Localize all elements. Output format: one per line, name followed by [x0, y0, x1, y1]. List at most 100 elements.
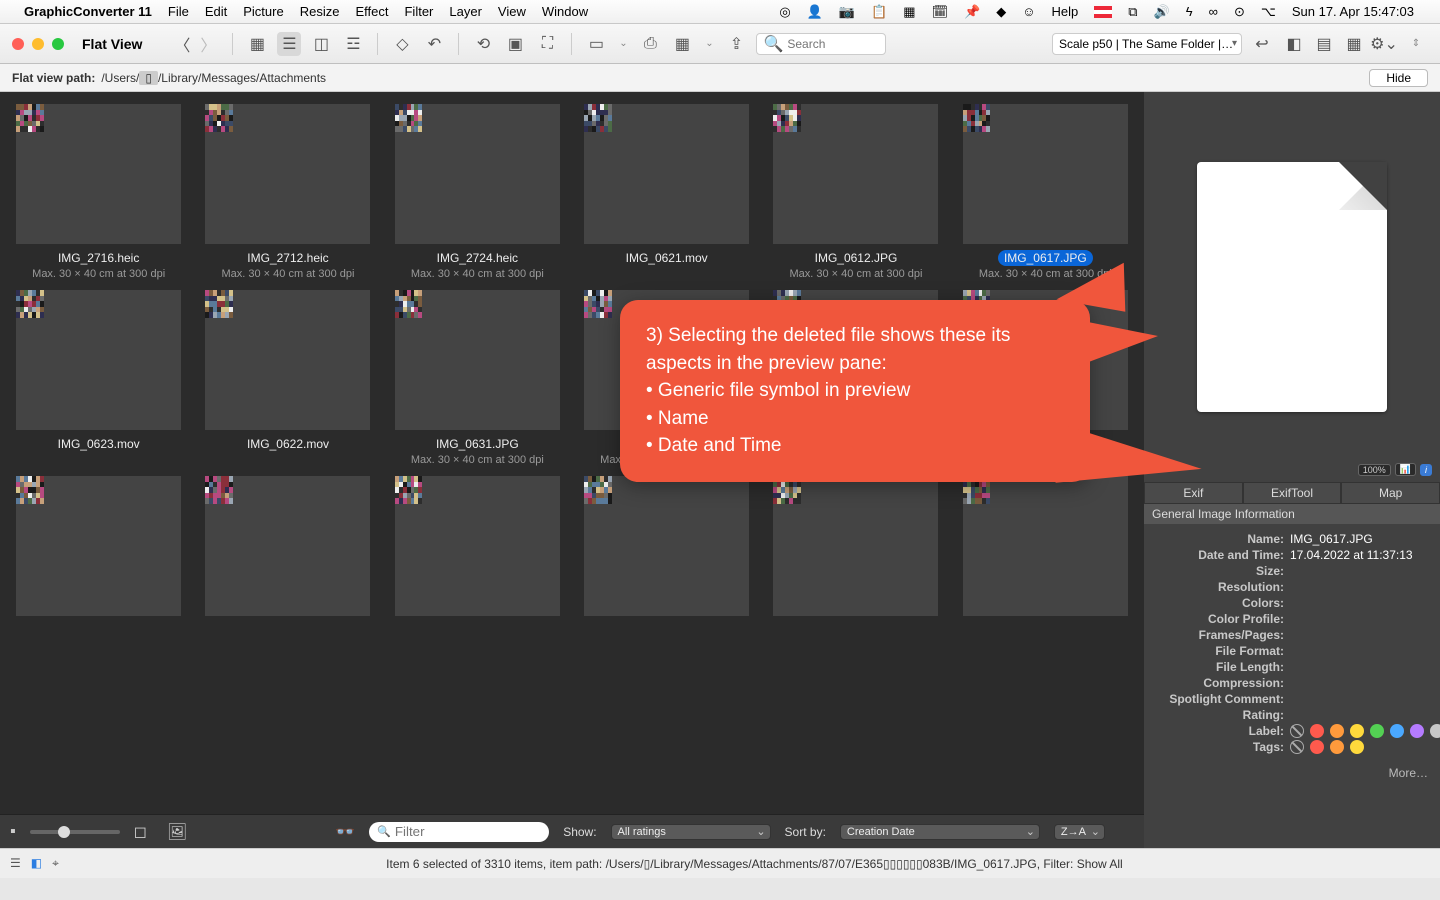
thumbnail-image[interactable]: [205, 104, 370, 244]
minimize-window-button[interactable]: [32, 38, 44, 50]
thumbnail-item[interactable]: [955, 476, 1136, 616]
tab-map[interactable]: Map: [1341, 482, 1440, 504]
screen-icon[interactable]: ▭: [584, 32, 608, 56]
hide-path-button[interactable]: Hide: [1369, 69, 1428, 87]
label-color-dot[interactable]: [1350, 724, 1364, 738]
thumbnail-item[interactable]: IMG_0612.JPGMax. 30 × 40 cm at 300 dpi: [765, 104, 946, 280]
close-window-button[interactable]: [12, 38, 24, 50]
glasses-icon[interactable]: 👓: [335, 822, 355, 842]
panel-left-icon[interactable]: ◧: [1282, 32, 1306, 56]
thumbnail-item[interactable]: IMG_2712.heicMax. 30 × 40 cm at 300 dpi: [197, 104, 378, 280]
thumbnail-item[interactable]: [8, 476, 189, 616]
tag-color-picker[interactable]: [1290, 740, 1364, 754]
label-color-dot[interactable]: [1430, 724, 1440, 738]
calendar-icon[interactable]: 🗓: [932, 4, 949, 20]
filter-field[interactable]: 🔍: [369, 822, 549, 842]
hierarchy-icon[interactable]: ⌖: [52, 856, 59, 871]
zoom-window-button[interactable]: [52, 38, 64, 50]
tag-icon[interactable]: ◇: [390, 32, 414, 56]
grid-icon[interactable]: ▦: [670, 32, 694, 56]
menu-resize[interactable]: Resize: [300, 4, 340, 19]
label-color-dot[interactable]: [1410, 724, 1424, 738]
thumbnail-item[interactable]: IMG_2716.heicMax. 30 × 40 cm at 300 dpi: [8, 104, 189, 280]
nav-forward-button[interactable]: 〉: [196, 32, 220, 56]
toolbar-search[interactable]: 🔍: [756, 33, 886, 55]
label-color-picker[interactable]: [1290, 724, 1440, 738]
thumbnail-filename[interactable]: IMG_0631.JPG: [430, 436, 525, 452]
thumbnail-image[interactable]: [773, 104, 938, 244]
thumbnail-item[interactable]: IMG_0631.JPGMax. 30 × 40 cm at 300 dpi: [387, 290, 568, 466]
flag-icon[interactable]: [1094, 6, 1112, 18]
tag-none[interactable]: [1290, 740, 1304, 754]
menu-window[interactable]: Window: [542, 4, 588, 19]
expand-icon[interactable]: ⇕: [1404, 32, 1428, 56]
rotate-left-icon[interactable]: ⟲: [471, 32, 495, 56]
thumbnail-item[interactable]: IMG_0621.mov: [576, 104, 757, 280]
search-input[interactable]: [787, 37, 879, 51]
info-icon[interactable]: i: [1420, 464, 1432, 476]
thumbnail-item[interactable]: [197, 476, 378, 616]
sort-order-selector[interactable]: Z→A: [1054, 824, 1105, 840]
crop-icon[interactable]: ⛶: [535, 32, 559, 56]
menu-help[interactable]: Help: [1052, 4, 1079, 19]
user-icon[interactable]: 👤: [807, 4, 823, 20]
clock[interactable]: Sun 17. Apr 15:47:03: [1292, 4, 1414, 19]
thumbnail-item[interactable]: [576, 476, 757, 616]
control-center-icon[interactable]: ⌥: [1261, 4, 1276, 20]
nav-back-button[interactable]: 〈: [170, 32, 194, 56]
thumbnail-filename[interactable]: IMG_2712.heic: [241, 250, 334, 266]
smiley-icon[interactable]: ☺: [1022, 4, 1035, 19]
zoom-in-icon[interactable]: ◻: [134, 822, 147, 842]
tag-color-dot[interactable]: [1350, 740, 1364, 754]
gear-dropdown-icon[interactable]: ⚙⌄: [1372, 32, 1396, 56]
zoom-out-icon[interactable]: ▪: [10, 823, 16, 841]
thumbnail-filename[interactable]: IMG_2724.heic: [431, 250, 524, 266]
thumbnail-item[interactable]: [387, 476, 568, 616]
thumbnail-filename[interactable]: IMG_0612.JPG: [809, 250, 904, 266]
menu-effect[interactable]: Effect: [355, 4, 388, 19]
menu-file[interactable]: File: [168, 4, 189, 19]
thumbnail-image[interactable]: [205, 290, 370, 430]
thumbnail-image[interactable]: [16, 476, 181, 616]
play-icon[interactable]: ⊙: [1234, 4, 1245, 20]
thumbnail-image[interactable]: [16, 104, 181, 244]
thumbnail-item[interactable]: IMG_0622.mov: [197, 290, 378, 466]
view-gallery-button[interactable]: ☲: [341, 32, 365, 56]
label-color-dot[interactable]: [1310, 724, 1324, 738]
tag-color-dot[interactable]: [1310, 740, 1324, 754]
thumbnail-item[interactable]: IMG_0617.JPGMax. 30 × 40 cm at 300 dpi: [955, 104, 1136, 280]
thumbnail-item[interactable]: [765, 476, 946, 616]
view-columns-button[interactable]: ◫: [309, 32, 333, 56]
menu-layer[interactable]: Layer: [449, 4, 482, 19]
picture-mode-icon[interactable]: 🖼: [167, 822, 187, 842]
share-icon[interactable]: ⇪: [724, 32, 748, 56]
thumb-size-slider[interactable]: [30, 830, 120, 834]
revert-icon[interactable]: ↩: [1250, 32, 1274, 56]
thumbnail-image[interactable]: [773, 476, 938, 616]
tag-color-dot[interactable]: [1330, 740, 1344, 754]
show-selector[interactable]: All ratings: [611, 824, 771, 840]
filter-input[interactable]: [395, 824, 541, 839]
panel-thumb-icon[interactable]: ▤: [1312, 32, 1336, 56]
thumbnail-image[interactable]: [963, 476, 1128, 616]
zoom-level-badge[interactable]: 100%: [1358, 464, 1391, 476]
panel-grid-icon[interactable]: ▦: [1342, 32, 1366, 56]
menu-picture[interactable]: Picture: [243, 4, 283, 19]
view-list-button[interactable]: ☰: [277, 32, 301, 56]
tab-exiftool[interactable]: ExifTool: [1243, 482, 1342, 504]
histogram-icon[interactable]: 📊: [1395, 463, 1416, 476]
sort-selector[interactable]: Creation Date: [840, 824, 1040, 840]
thumbnail-item[interactable]: IMG_2724.heicMax. 30 × 40 cm at 300 dpi: [387, 104, 568, 280]
wifi-icon[interactable]: ⧉: [1128, 4, 1137, 20]
thumbnail-filename[interactable]: IMG_0621.mov: [620, 250, 714, 266]
label-none[interactable]: [1290, 724, 1304, 738]
camera-icon[interactable]: 📷: [839, 4, 855, 20]
thumbnail-image[interactable]: [395, 290, 560, 430]
slideshow-icon[interactable]: ▣: [503, 32, 527, 56]
thumbnail-filename[interactable]: IMG_0623.mov: [52, 436, 146, 452]
clipboard-icon[interactable]: 📋: [871, 4, 887, 20]
tag-diamond-icon[interactable]: ◆: [996, 4, 1006, 20]
more-link[interactable]: More…: [1144, 762, 1440, 784]
view-icons-button[interactable]: ▦: [245, 32, 269, 56]
thumbnail-image[interactable]: [16, 290, 181, 430]
